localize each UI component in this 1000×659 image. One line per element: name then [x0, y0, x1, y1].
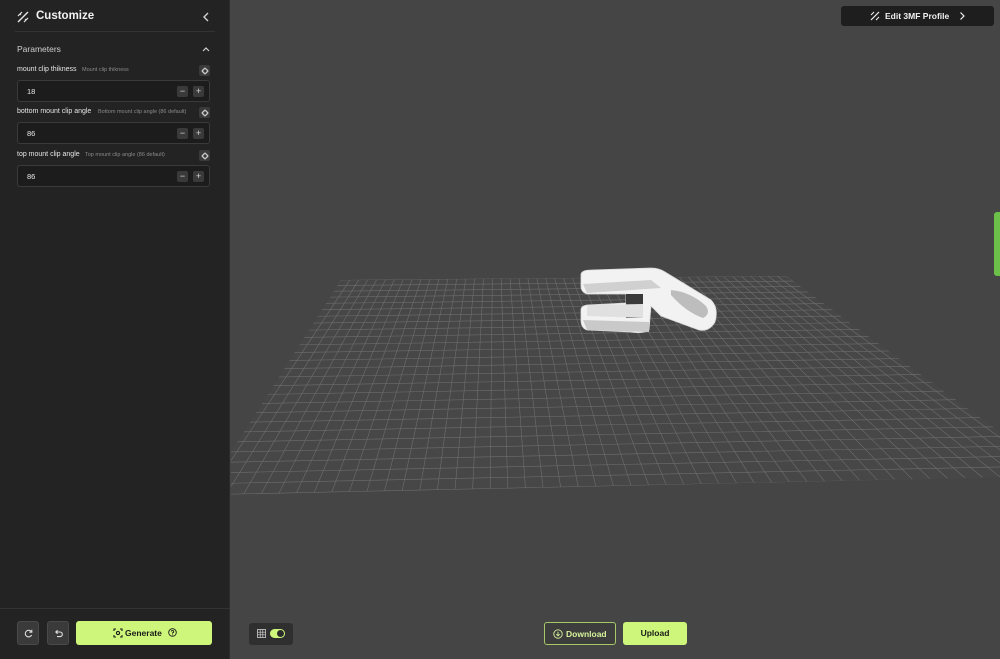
param-name: bottom mount clip angle — [17, 108, 92, 115]
gear-icon[interactable] — [199, 150, 210, 161]
sidebar-header: Customize — [0, 0, 230, 32]
grid-toggle-switch[interactable] — [270, 629, 285, 638]
parameters-label: Parameters — [17, 44, 61, 54]
gear-icon[interactable] — [199, 65, 210, 76]
param-value[interactable]: 18 — [27, 87, 35, 96]
help-icon[interactable] — [168, 628, 177, 637]
param-label-row: top mount clip angle Top mount clip angl… — [17, 150, 212, 162]
pencil-ruler-icon — [17, 11, 29, 23]
download-icon — [553, 629, 563, 639]
gear-icon[interactable] — [199, 107, 210, 118]
generate-button[interactable]: Generate — [76, 621, 212, 645]
undo-button[interactable] — [47, 621, 69, 645]
scene-canvas[interactable] — [231, 0, 1000, 659]
edit-3mf-profile-button[interactable]: Edit 3MF Profile — [841, 6, 994, 26]
plus-icon: + — [195, 128, 202, 138]
minus-icon: − — [179, 86, 186, 96]
download-label: Download — [566, 629, 607, 639]
param-label-row: mount clip thikness Mount clip thikness — [17, 65, 212, 77]
download-button[interactable]: Download — [544, 622, 616, 645]
app-window: Customize Parameters mount clip thikness… — [0, 0, 1000, 659]
customize-sidebar: Customize Parameters mount clip thikness… — [0, 0, 230, 659]
minus-icon: − — [179, 171, 186, 181]
decrement-button[interactable]: − — [177, 128, 188, 139]
upload-label: Upload — [640, 628, 670, 638]
param-name: top mount clip angle — [17, 151, 80, 158]
pencil-ruler-icon — [870, 11, 880, 21]
generate-label: Generate — [125, 628, 162, 638]
toggle-knob — [277, 630, 284, 637]
parameters-section-header[interactable]: Parameters — [17, 42, 212, 56]
minus-icon: − — [179, 128, 186, 138]
param-description: Mount clip thikness — [82, 67, 129, 73]
sidebar-divider — [15, 31, 215, 32]
chevron-left-icon[interactable] — [200, 10, 212, 24]
bottom-mount-clip-angle-field[interactable]: 86 − + — [17, 122, 210, 144]
plus-icon: + — [195, 171, 202, 181]
chevron-right-icon — [960, 12, 965, 20]
increment-button[interactable]: + — [193, 86, 204, 97]
grid-toggle-control[interactable] — [249, 623, 293, 645]
sidebar-title: Customize — [36, 10, 95, 22]
param-description: Bottom mount clip angle (86 default) — [98, 109, 187, 115]
plus-icon: + — [195, 86, 202, 96]
param-description: Top mount clip angle (86 default) — [85, 152, 165, 158]
reset-button[interactable] — [17, 621, 39, 645]
undo-icon — [54, 629, 63, 638]
refresh-icon — [24, 629, 33, 638]
3d-viewport[interactable]: Edit 3MF Profile Download Upload — [231, 0, 1000, 659]
top-mount-clip-angle-field[interactable]: 86 − + — [17, 165, 210, 187]
param-label-row: bottom mount clip angle Bottom mount cli… — [17, 107, 212, 119]
param-name: mount clip thikness — [17, 66, 77, 73]
mount-clip-thickness-field[interactable]: 18 − + — [17, 80, 210, 102]
param-value[interactable]: 86 — [27, 129, 35, 138]
chevron-up-icon[interactable] — [200, 43, 212, 55]
grid-icon — [257, 629, 266, 638]
decrement-button[interactable]: − — [177, 86, 188, 97]
side-panel-tab[interactable] — [994, 212, 1000, 276]
edit-profile-label: Edit 3MF Profile — [885, 11, 950, 21]
generate-icon — [113, 628, 123, 638]
decrement-button[interactable]: − — [177, 171, 188, 182]
increment-button[interactable]: + — [193, 171, 204, 182]
sidebar-footer-divider — [0, 608, 230, 609]
increment-button[interactable]: + — [193, 128, 204, 139]
upload-button[interactable]: Upload — [623, 622, 687, 645]
param-value[interactable]: 86 — [27, 172, 35, 181]
